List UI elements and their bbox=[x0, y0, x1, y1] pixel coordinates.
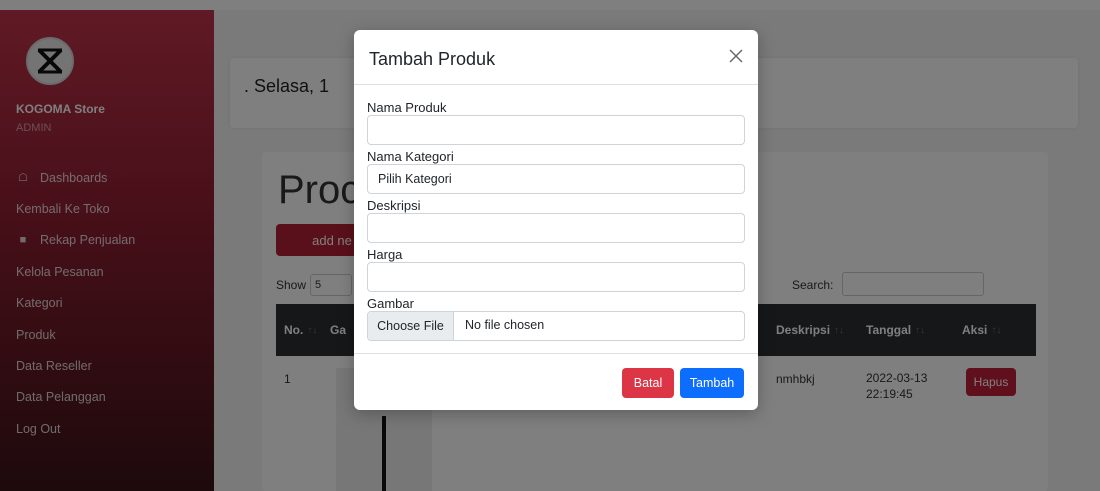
cancel-button[interactable]: Batal bbox=[622, 368, 674, 398]
file-input[interactable]: Choose File No file chosen bbox=[367, 311, 745, 341]
add-product-modal: Tambah Produk Nama Produk Nama Kategori … bbox=[354, 30, 758, 410]
gambar-label: Gambar bbox=[367, 296, 414, 311]
nama-produk-input[interactable] bbox=[367, 115, 745, 145]
choose-file-button[interactable]: Choose File bbox=[368, 312, 454, 340]
kategori-select[interactable]: Pilih Kategori bbox=[367, 164, 745, 194]
modal-footer: Batal Tambah bbox=[354, 353, 758, 410]
close-icon[interactable] bbox=[728, 48, 744, 64]
nama-kategori-label: Nama Kategori bbox=[367, 149, 454, 164]
harga-input[interactable] bbox=[367, 262, 745, 292]
modal-header: Tambah Produk bbox=[354, 30, 758, 85]
nama-produk-label: Nama Produk bbox=[367, 100, 447, 115]
modal-title: Tambah Produk bbox=[369, 49, 496, 69]
deskripsi-input[interactable] bbox=[367, 213, 745, 243]
submit-button[interactable]: Tambah bbox=[680, 368, 744, 398]
harga-label: Harga bbox=[367, 247, 403, 262]
file-status: No file chosen bbox=[465, 318, 545, 332]
deskripsi-label: Deskripsi bbox=[367, 198, 421, 213]
